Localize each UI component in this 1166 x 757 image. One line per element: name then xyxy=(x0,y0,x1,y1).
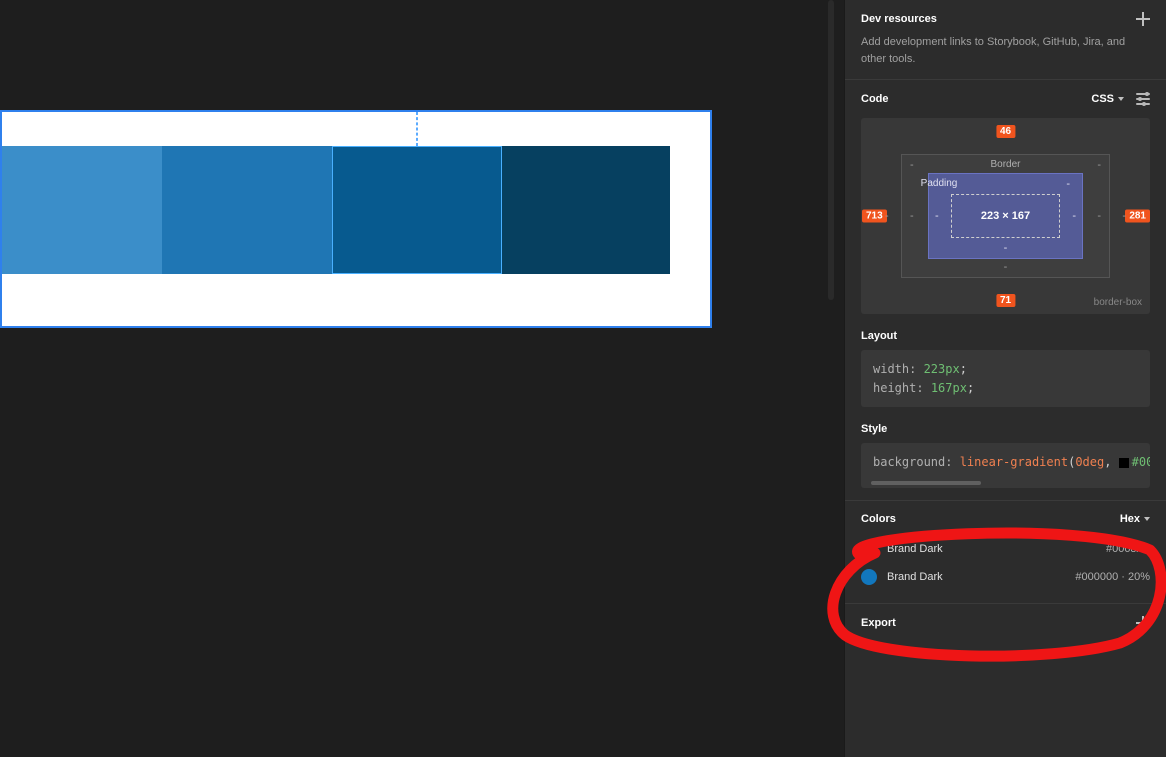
color-format-select[interactable]: Hex xyxy=(1120,513,1150,525)
code-language-select[interactable]: CSS xyxy=(1091,93,1124,105)
export-title: Export xyxy=(861,617,896,629)
inspector-panel: Dev resources Add development links to S… xyxy=(844,0,1166,757)
style-title: Style xyxy=(861,423,1150,435)
color-dot xyxy=(861,541,877,557)
guide-vertical xyxy=(416,112,418,146)
add-dev-resource-button[interactable] xyxy=(1136,12,1150,26)
color-row-1[interactable]: Brand Dark #000000 · 20% xyxy=(861,563,1150,591)
content-size: 223 × 167 xyxy=(951,194,1060,238)
colors-title: Colors xyxy=(861,513,896,525)
design-canvas[interactable] xyxy=(0,0,836,757)
swatch-3-selected[interactable] xyxy=(332,146,502,274)
section-code: Code CSS 46 71 713 281 - - xyxy=(845,80,1166,326)
swatch-row xyxy=(2,146,670,274)
style-code[interactable]: background: linear-gradient(0deg, #000 0 xyxy=(861,443,1150,488)
color-value: #000000 · 20% xyxy=(1075,571,1150,583)
color-name: Brand Dark xyxy=(887,543,943,555)
layout-title: Layout xyxy=(861,330,1150,342)
color-dot xyxy=(861,569,877,585)
layout-code[interactable]: width: 223px; height: 167px; xyxy=(861,350,1150,407)
padding-box: Padding - - - - 223 × 167 xyxy=(928,173,1083,259)
canvas-scrollbar[interactable] xyxy=(828,0,834,300)
border-box: Border - - - - - Padding - - - - 223 × 1… xyxy=(901,154,1110,278)
section-style: Style background: linear-gradient(0deg, … xyxy=(845,419,1166,500)
box-sizing-label: border-box xyxy=(1094,297,1142,308)
padding-label: Padding xyxy=(921,178,958,189)
color-value: #0068A3 xyxy=(1106,543,1150,555)
dev-resources-desc: Add development links to Storybook, GitH… xyxy=(861,34,1150,67)
border-label: Border xyxy=(990,159,1020,170)
section-dev-resources: Dev resources Add development links to S… xyxy=(845,0,1166,79)
chevron-down-icon xyxy=(1118,97,1124,101)
section-export: Export xyxy=(845,604,1166,642)
dev-resources-title: Dev resources xyxy=(861,13,937,25)
swatch-1[interactable] xyxy=(2,146,162,274)
add-export-button[interactable] xyxy=(1136,616,1150,630)
color-name: Brand Dark xyxy=(887,571,943,583)
swatch-2[interactable] xyxy=(162,146,332,274)
swatch-4[interactable] xyxy=(502,146,670,274)
code-settings-button[interactable] xyxy=(1136,92,1150,106)
color-swatch-inline xyxy=(1119,458,1129,468)
margin-right-badge: 281 xyxy=(1125,210,1150,223)
horizontal-scrollbar[interactable] xyxy=(871,481,981,485)
section-colors: Colors Hex Brand Dark #0068A3 Brand Dark… xyxy=(845,501,1166,603)
selected-frame[interactable] xyxy=(0,110,712,328)
margin-left-badge: 713 xyxy=(862,210,887,223)
margin-bottom-badge: 71 xyxy=(996,294,1015,307)
margin-top-badge: 46 xyxy=(996,125,1015,138)
section-layout: Layout width: 223px; height: 167px; xyxy=(845,326,1166,419)
code-title: Code xyxy=(861,93,889,105)
code-language-label: CSS xyxy=(1091,93,1114,105)
box-model-diagram[interactable]: 46 71 713 281 - - Border - - - - - Paddi… xyxy=(861,118,1150,314)
color-format-label: Hex xyxy=(1120,513,1140,525)
chevron-down-icon xyxy=(1144,517,1150,521)
color-row-0[interactable]: Brand Dark #0068A3 xyxy=(861,535,1150,563)
